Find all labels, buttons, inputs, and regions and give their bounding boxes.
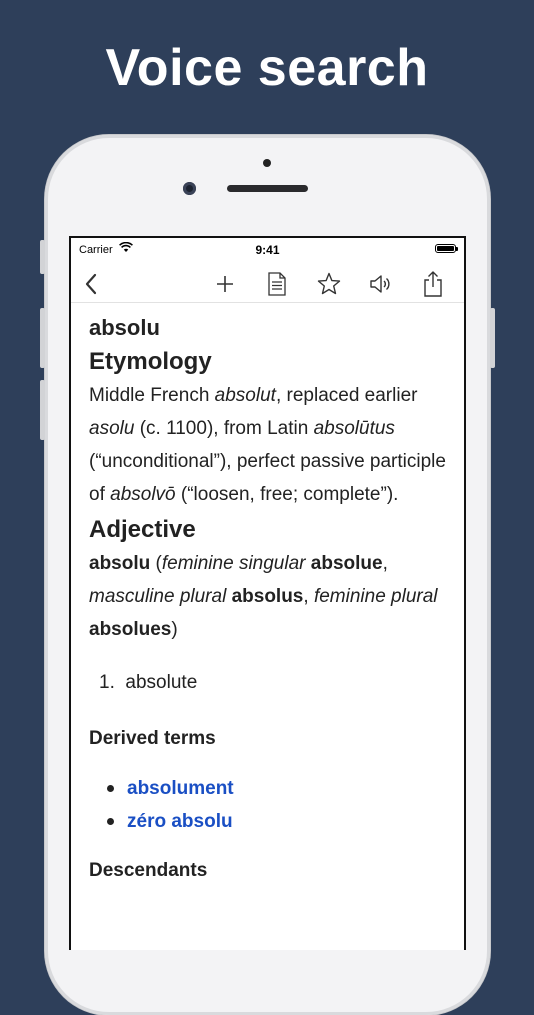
- etymology-heading: Etymology: [89, 348, 212, 375]
- inflection-punct: (: [150, 553, 162, 574]
- mute-switch: [40, 240, 45, 274]
- etymology-term: absolut: [214, 385, 276, 406]
- definition-text: absolute: [125, 672, 198, 693]
- etymology-text: Middle French absolut, replaced earlier …: [89, 379, 446, 511]
- etymology-segment: , replaced earlier: [275, 385, 418, 406]
- phone-screen: Carrier 9:41 absolu Etymology Middle Fre…: [69, 236, 466, 950]
- inflection-punct: ): [171, 619, 178, 640]
- derived-terms-list: absolument zéro absolu: [107, 772, 446, 838]
- speaker-icon[interactable]: [367, 270, 395, 298]
- status-bar: Carrier 9:41: [71, 238, 464, 264]
- definition-number: 1.: [99, 672, 115, 693]
- etymology-term: absolūtus: [313, 418, 395, 439]
- inflection-line: absolu (feminine singular absolue, mascu…: [89, 547, 446, 646]
- share-icon[interactable]: [419, 270, 447, 298]
- star-icon[interactable]: [315, 270, 343, 298]
- descendants-heading: Descendants: [89, 860, 208, 881]
- chevron-left-icon[interactable]: [77, 270, 105, 298]
- front-sensor: [263, 159, 271, 167]
- clock: 9:41: [255, 243, 280, 257]
- inflection-label: feminine singular: [161, 553, 306, 574]
- battery-icon: [435, 244, 458, 253]
- inflection-punct: ,: [382, 553, 388, 574]
- definition-item: 1. absolute: [99, 668, 446, 698]
- part-of-speech-heading: Adjective: [89, 516, 196, 543]
- headline: Voice search: [105, 39, 429, 97]
- derived-terms-heading: Derived terms: [89, 728, 216, 749]
- plus-icon[interactable]: [211, 270, 239, 298]
- volume-up-button: [40, 308, 45, 368]
- document-icon[interactable]: [263, 270, 291, 298]
- headword: absolu: [89, 315, 160, 340]
- etymology-segment: (c. 1100), from Latin: [134, 418, 314, 439]
- derived-term-link[interactable]: absolument: [107, 772, 446, 805]
- toolbar: [71, 264, 464, 303]
- etymology-segment: (“loosen, free; complete”).: [175, 484, 399, 505]
- etymology-segment: Middle French: [89, 385, 215, 406]
- front-camera: [183, 182, 196, 195]
- entry-content: absolu Etymology Middle French absolut, …: [71, 303, 464, 886]
- inflected-form: absolues: [89, 619, 172, 640]
- inflected-form: absolus: [231, 586, 304, 607]
- inflected-form: absolue: [310, 553, 383, 574]
- inflection-punct: ,: [303, 586, 314, 607]
- inflection-label: masculine plural: [89, 586, 227, 607]
- earpiece-speaker: [227, 185, 308, 192]
- power-button: [490, 308, 495, 368]
- etymology-term: asolu: [89, 418, 135, 439]
- inflected-form: absolu: [89, 553, 151, 574]
- inflection-label: feminine plural: [313, 586, 438, 607]
- volume-down-button: [40, 380, 45, 440]
- etymology-term: absolvō: [110, 484, 176, 505]
- derived-term-link[interactable]: zéro absolu: [107, 805, 446, 838]
